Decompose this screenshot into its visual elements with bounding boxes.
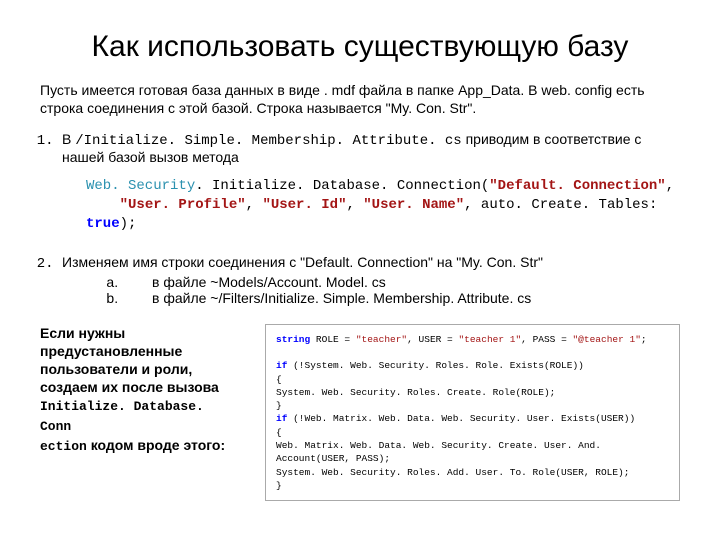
c2-l1b: ROLE = [310,334,356,345]
c2-l1c: "teacher" [356,334,407,345]
code1-arg2: "User. Profile" [120,197,246,213]
code1-arg1: "Default. Connection" [489,178,665,194]
c2-l1a: string [276,334,310,345]
code-block-1: Web. Security. Initialize. Database. Con… [86,177,680,234]
note-l4: создаем их после вызова [40,379,219,395]
code1-class: Web. Security [86,178,195,194]
c2-l2a: if [276,360,287,371]
code1-arg5val: true [86,216,120,232]
code1-arg5name: auto. Create. Tables: [481,197,657,213]
c2-l4: System. Web. Security. Roles. Create. Ro… [276,387,555,398]
c2-l8: Web. Matrix. Web. Data. Web. Security. C… [276,440,601,464]
step-1: В /Initialize. Simple. Membership. Attri… [62,131,680,234]
c2-l6b: (!Web. Matrix. Web. Data. Web. Security.… [287,413,635,424]
code1-arg3: "User. Id" [262,197,346,213]
code1-method: . Initialize. Database. Connection( [195,178,489,194]
note-mono: Initialize. Database. Conn [40,399,204,434]
code-block-2: string ROLE = "teacher", USER = "teacher… [265,324,680,502]
code1-close: ); [120,216,137,232]
note-mono2: ection [40,439,87,454]
c2-l1d: , USER = [407,334,458,345]
note-l5: кодом вроде этого: [87,437,225,453]
c2-l7: { [276,427,282,438]
c2-l1h: ; [641,334,647,345]
intro-text: Пусть имеется готовая база данных в виде… [40,82,680,117]
c2-l1f: , PASS = [521,334,572,345]
note-l1: Если нужны [40,325,125,341]
note-l2: предустановленные [40,343,182,359]
c2-l2b: (!System. Web. Security. Roles. Role. Ex… [287,360,583,371]
note-l3: пользователи и роли, [40,361,192,377]
c2-l1e: "teacher 1" [458,334,521,345]
step2-a: в файле ~Models/Account. Model. cs [122,274,680,290]
c2-l9: System. Web. Security. Roles. Add. User.… [276,467,629,478]
side-note: Если нужны предустановленные пользовател… [40,324,240,502]
step2-text: Изменяем имя строки соединения с "Defaul… [62,254,543,270]
step2-b: в файле ~/Filters/Initialize. Simple. Me… [122,290,680,306]
c2-l5: } [276,400,282,411]
step1-path: /Initialize. Simple. Membership. Attribu… [75,133,461,149]
c2-l6a: if [276,413,287,424]
step-2: Изменяем имя строки соединения с "Defaul… [62,254,680,306]
step1-prefix: В [62,131,75,147]
c2-l3: { [276,374,282,385]
c2-l1g: "@teacher 1" [572,334,640,345]
c2-l10: } [276,480,282,491]
code1-arg4: "User. Name" [363,197,464,213]
page-title: Как использовать существующую базу [40,30,680,64]
